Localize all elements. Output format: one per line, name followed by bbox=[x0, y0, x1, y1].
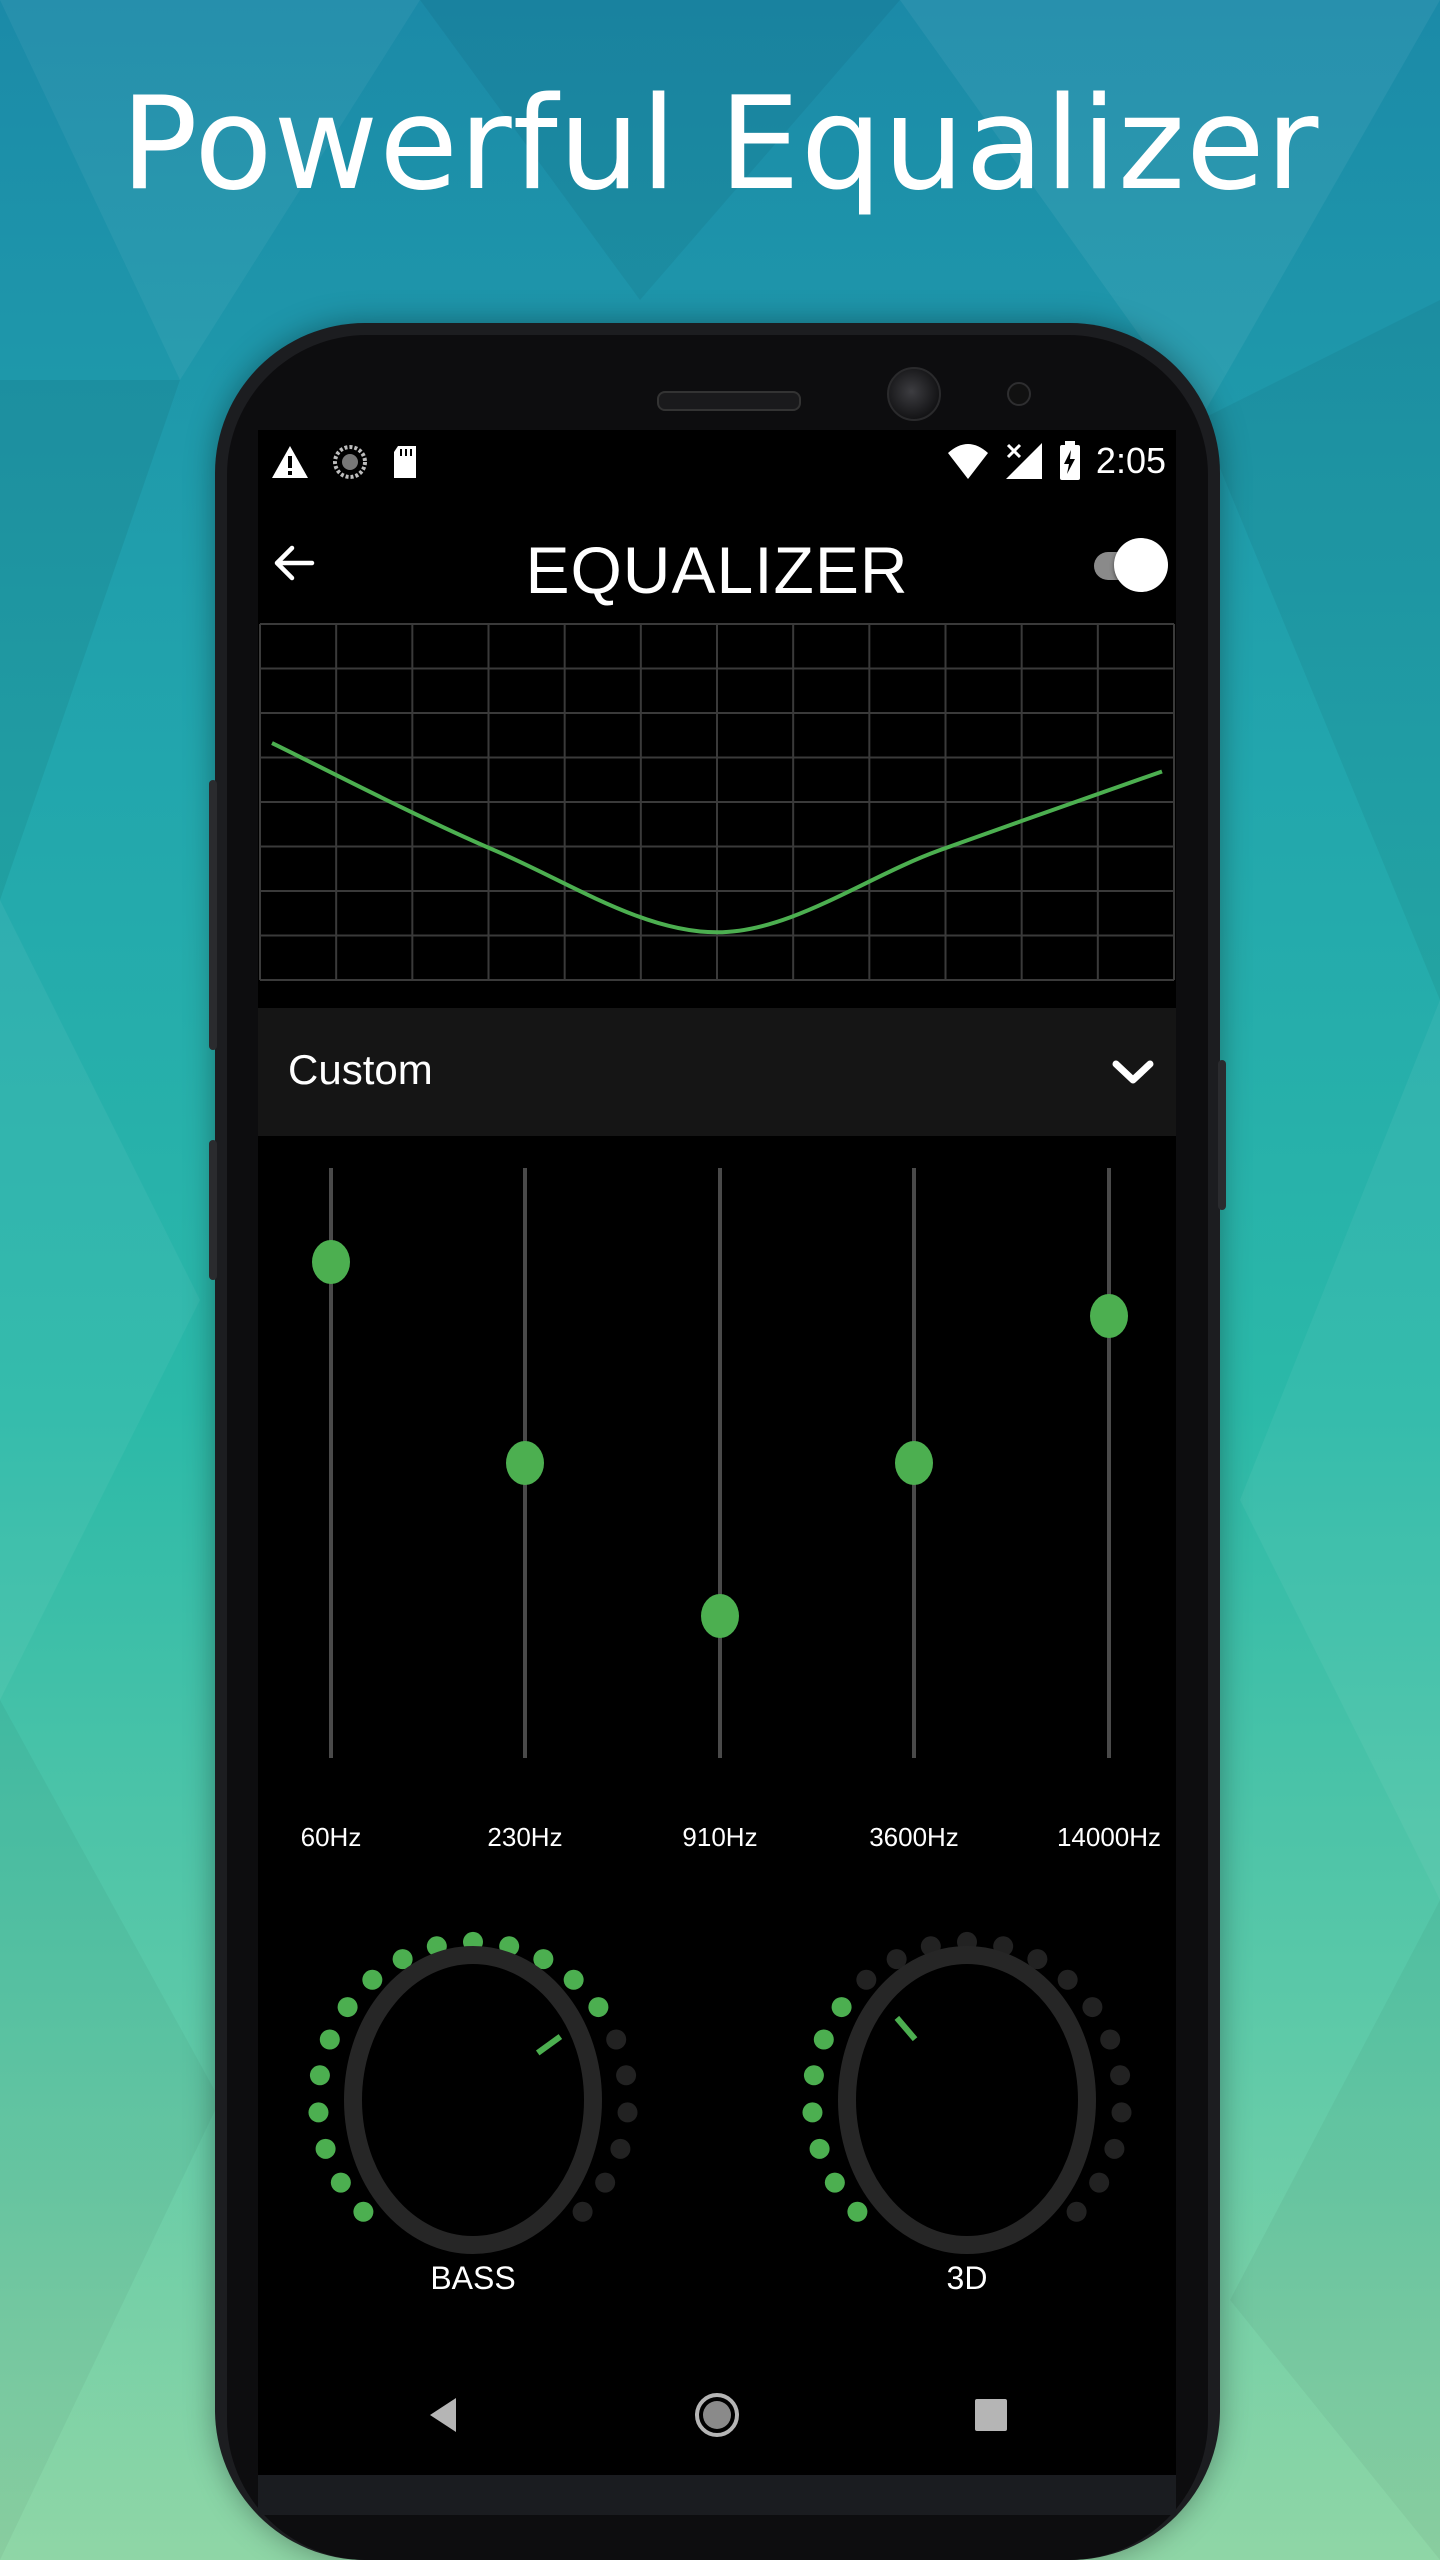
equalizer-enable-toggle[interactable] bbox=[1088, 538, 1168, 594]
band-slider-3600hz[interactable]: 3600Hz bbox=[854, 1150, 974, 1870]
knob-dot-active bbox=[813, 2029, 834, 2050]
system-nav-bar bbox=[258, 2360, 1176, 2470]
status-bar: 2:05 bbox=[258, 430, 1176, 500]
knob-body bbox=[838, 1946, 1096, 2254]
nav-recents-icon bbox=[975, 2399, 1007, 2431]
knob-dot-inactive bbox=[572, 2201, 593, 2222]
side-button-left-1 bbox=[209, 780, 217, 1050]
knob-dot-active bbox=[362, 1969, 383, 1990]
knob-dot-inactive bbox=[1057, 1969, 1078, 1990]
band-sliders: 60Hz 230Hz 910Hz 3600Hz 14000Hz bbox=[258, 1150, 1176, 1870]
preset-dropdown[interactable]: Custom bbox=[258, 1008, 1176, 1136]
power-button bbox=[1218, 1060, 1226, 1210]
knob-dot-inactive bbox=[1110, 2065, 1131, 2086]
knob-dot-active bbox=[315, 2138, 336, 2159]
slider-thumb[interactable] bbox=[895, 1441, 933, 1485]
band-label: 230Hz bbox=[487, 1822, 563, 1852]
knob-dot-active bbox=[588, 1997, 609, 2018]
knob-dot-active bbox=[337, 1997, 358, 2018]
band-label: 3600Hz bbox=[869, 1822, 959, 1852]
wifi-icon bbox=[947, 444, 988, 479]
slider-thumb[interactable] bbox=[1090, 1293, 1128, 1338]
app-bar: EQUALIZER bbox=[258, 500, 1176, 630]
knob-dot-active bbox=[308, 2102, 329, 2123]
band-slider-60hz[interactable]: 60Hz bbox=[271, 1150, 391, 1870]
slider-thumb[interactable] bbox=[312, 1240, 350, 1285]
app-screen: 2:05 EQUALIZER Custom 60Hz 230Hz 910Hz 3… bbox=[258, 430, 1176, 2475]
bass-knob-dial bbox=[308, 1931, 638, 2254]
knob-dot-inactive bbox=[616, 2065, 637, 2086]
knob-dot-inactive bbox=[1089, 2172, 1110, 2193]
warning-icon bbox=[272, 446, 308, 478]
knob-dot-inactive bbox=[1082, 1997, 1103, 2018]
3d-knob-dial bbox=[802, 1931, 1132, 2254]
knob-dot-active bbox=[353, 2201, 374, 2222]
headline: Powerful Equalizer bbox=[120, 70, 1320, 219]
knob-dot-inactive bbox=[595, 2172, 616, 2193]
sync-icon bbox=[333, 445, 367, 479]
nav-back-button[interactable] bbox=[410, 2380, 480, 2450]
page-title: EQUALIZER bbox=[525, 533, 909, 607]
signal-off-icon bbox=[1005, 443, 1042, 479]
band-label: 14000Hz bbox=[1056, 1822, 1162, 1852]
knob-dot-active bbox=[809, 2138, 830, 2159]
side-button-left-2 bbox=[209, 1140, 217, 1280]
knob-dot-inactive bbox=[1100, 2029, 1121, 2050]
nav-back-icon bbox=[430, 2398, 456, 2432]
graph-grid bbox=[259, 623, 1175, 981]
slider-track bbox=[1107, 1168, 1111, 1758]
knob-dot-active bbox=[802, 2102, 823, 2123]
knob-dot-active bbox=[824, 2172, 845, 2193]
battery-charging-icon bbox=[1059, 441, 1080, 480]
band-label: 60Hz bbox=[300, 1822, 362, 1852]
bass-knob-label: BASS bbox=[430, 2260, 516, 2296]
3d-knob[interactable]: 3D bbox=[802, 1920, 1132, 2320]
knob-dot-inactive bbox=[1066, 2201, 1087, 2222]
knob-dot-active bbox=[330, 2172, 351, 2193]
knob-dot-active bbox=[319, 2029, 340, 2050]
slider-thumb[interactable] bbox=[506, 1441, 544, 1485]
front-camera bbox=[887, 367, 941, 421]
nav-home-button[interactable] bbox=[682, 2380, 752, 2450]
band-label: 910Hz bbox=[682, 1822, 758, 1852]
3d-knob-label: 3D bbox=[946, 2260, 988, 2296]
knob-body bbox=[344, 1946, 602, 2254]
earpiece-speaker bbox=[657, 391, 801, 411]
knob-dot-inactive bbox=[1104, 2138, 1125, 2159]
slider-track bbox=[718, 1168, 722, 1758]
phone-chin bbox=[258, 2475, 1176, 2515]
knob-dot-inactive bbox=[1111, 2102, 1132, 2123]
knob-dot-active bbox=[847, 2201, 868, 2222]
knob-dot-active bbox=[563, 1969, 584, 1990]
knob-dot-inactive bbox=[617, 2102, 638, 2123]
nav-home-icon bbox=[695, 2393, 739, 2437]
bass-knob[interactable]: BASS bbox=[308, 1920, 638, 2320]
sd-card-icon bbox=[394, 446, 416, 478]
band-slider-910hz[interactable]: 910Hz bbox=[660, 1150, 780, 1870]
preset-selected-value: Custom bbox=[288, 1046, 433, 1093]
nav-recents-button[interactable] bbox=[956, 2380, 1026, 2450]
knob-dot-active bbox=[309, 2065, 330, 2086]
proximity-sensor bbox=[1007, 382, 1031, 406]
knob-dot-inactive bbox=[856, 1969, 877, 1990]
knob-dot-active bbox=[803, 2065, 824, 2086]
band-slider-230hz[interactable]: 230Hz bbox=[465, 1150, 585, 1870]
toggle-knob bbox=[1114, 538, 1168, 592]
band-slider-14000hz[interactable]: 14000Hz bbox=[1049, 1150, 1169, 1870]
knob-dot-inactive bbox=[610, 2138, 631, 2159]
knob-dot-active bbox=[831, 1997, 852, 2018]
slider-thumb[interactable] bbox=[701, 1594, 739, 1639]
chevron-down-icon bbox=[1112, 1060, 1154, 1084]
frequency-response-graph bbox=[259, 623, 1175, 981]
status-time: 2:05 bbox=[1095, 440, 1166, 481]
knob-dot-inactive bbox=[606, 2029, 627, 2050]
